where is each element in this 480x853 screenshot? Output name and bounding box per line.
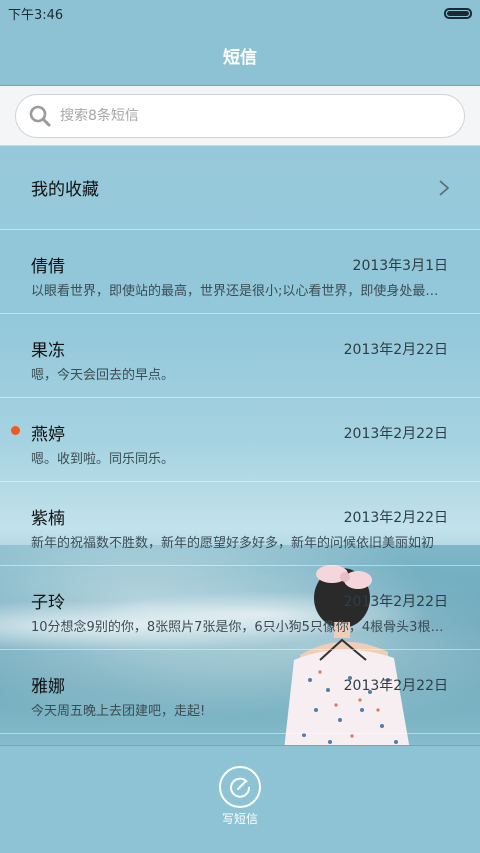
search-input[interactable] [60, 108, 420, 124]
search-icon [29, 105, 51, 127]
message-date: 2013年2月22日 [343, 510, 448, 526]
conversation-row[interactable]: 燕婷 2013年2月22日 嗯。收到啦。同乐同乐。 [0, 398, 480, 482]
message-preview: 新年的祝福数不胜数，新年的愿望好多好多，新年的问候依旧美丽如初 [31, 536, 435, 551]
message-date: 2013年2月22日 [343, 678, 448, 694]
compose-label: 写短信 [221, 812, 258, 826]
message-date: 2013年2月22日 [343, 594, 448, 610]
bottom-bar: 写短信 [0, 745, 480, 853]
message-date: 2013年2月22日 [343, 426, 448, 442]
compose-button[interactable] [219, 766, 261, 808]
contact-name: 倩倩 [31, 257, 65, 277]
chevron-right-icon [439, 179, 450, 196]
conversation-row[interactable]: 倩倩 2013年3月1日 以眼看世界，即使站的最高，世界还是很小;以心看世界，即… [0, 230, 480, 314]
favorites-label: 我的收藏 [31, 180, 99, 200]
conversation-list: 我的收藏 倩倩 2013年3月1日 以眼看世界，即使站的最高，世界还是很小;以心… [0, 146, 480, 734]
status-bar: 下午3:46 [0, 0, 480, 26]
contact-name: 子玲 [31, 593, 65, 613]
conversation-row[interactable]: 果冻 2013年2月22日 嗯，今天会回去的早点。 [0, 314, 480, 398]
conversation-row[interactable]: 子玲 2013年2月22日 10分想念9别的你，8张照片7张是你，6只小狗5只像… [0, 566, 480, 650]
favorites-row[interactable]: 我的收藏 [0, 146, 480, 230]
conversation-row[interactable]: 紫楠 2013年2月22日 新年的祝福数不胜数，新年的愿望好多好多，新年的问候依… [0, 482, 480, 566]
search-area [0, 86, 480, 146]
search-box[interactable] [15, 94, 465, 138]
title-bar: 短信 [0, 26, 480, 86]
message-preview: 今天周五晚上去团建吧，走起! [31, 704, 206, 719]
battery-icon [444, 7, 472, 19]
message-preview: 10分想念9别的你，8张照片7张是你，6只小狗5只像你，4根骨头3根给你 [31, 620, 449, 635]
contact-name: 雅娜 [31, 677, 65, 697]
message-preview: 嗯。收到啦。同乐同乐。 [31, 452, 175, 467]
contact-name: 果冻 [31, 341, 65, 361]
compose-icon [230, 777, 251, 798]
message-preview: 以眼看世界，即使站的最高，世界还是很小;以心看世界，即使身处最低，世界也是很大 [31, 284, 449, 299]
contact-name: 紫楠 [31, 509, 65, 529]
message-date: 2013年3月1日 [352, 258, 448, 274]
unread-dot-icon [11, 426, 20, 435]
conversation-row[interactable]: 雅娜 2013年2月22日 今天周五晚上去团建吧，走起! [0, 650, 480, 734]
message-date: 2013年2月22日 [343, 342, 448, 358]
page-title: 短信 [223, 48, 257, 68]
contact-name: 燕婷 [31, 425, 65, 445]
message-preview: 嗯，今天会回去的早点。 [31, 368, 175, 383]
status-time: 下午3:46 [8, 7, 64, 23]
